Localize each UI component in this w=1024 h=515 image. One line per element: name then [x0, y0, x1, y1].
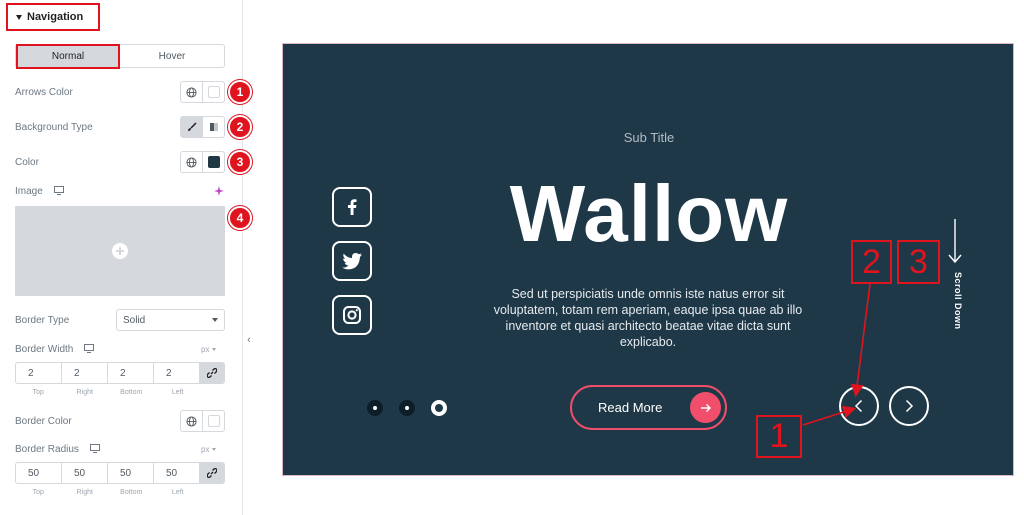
border-type-select[interactable]: Solid	[116, 309, 225, 331]
arrows-color-label: Arrows Color	[15, 87, 73, 98]
plus-icon[interactable]	[112, 243, 128, 259]
border-radius-top[interactable]: 50	[16, 463, 62, 483]
border-color-label: Border Color	[15, 416, 72, 427]
read-more-button[interactable]: Read More	[570, 385, 727, 430]
border-radius-label-text: Border Radius	[15, 444, 79, 455]
monitor-icon[interactable]	[84, 344, 95, 353]
color-label: Color	[15, 157, 39, 168]
arrows-color-control	[180, 81, 225, 103]
badge-2: 2	[228, 115, 252, 139]
image-label: Image	[15, 186, 64, 197]
ai-sparkle-icon[interactable]	[214, 186, 224, 196]
border-radius-dimension-labels: Top Right Bottom Left	[32, 489, 184, 496]
twitter-icon[interactable]	[332, 241, 372, 281]
border-width-bottom[interactable]: 2	[108, 363, 154, 383]
link-icon[interactable]	[200, 463, 224, 483]
badge-1: 1	[228, 80, 252, 104]
border-type-label: Border Type	[15, 315, 70, 326]
monitor-icon[interactable]	[89, 444, 100, 453]
globe-icon[interactable]	[181, 411, 202, 431]
globe-icon[interactable]	[181, 82, 202, 102]
slider-pagination	[367, 400, 463, 416]
chevron-left-icon[interactable]: ‹	[243, 322, 255, 358]
slider-preview: Sub Title Wallow Sed ut perspiciatis und…	[282, 43, 1014, 476]
border-width-inputs: 2 2 2 2	[15, 362, 225, 384]
image-label-text: Image	[15, 186, 43, 197]
slide-description: Sed ut perspiciatis unde omnis iste natu…	[493, 287, 803, 349]
border-type-value: Solid	[123, 314, 146, 326]
monitor-icon[interactable]	[53, 186, 64, 195]
read-more-label: Read More	[598, 400, 663, 415]
badge-4: 4	[228, 206, 252, 230]
border-width-right[interactable]: 2	[62, 363, 108, 383]
state-tabs: Normal Hover	[15, 44, 225, 68]
link-icon[interactable]	[200, 363, 224, 383]
border-width-top[interactable]: 2	[16, 363, 62, 383]
globe-icon[interactable]	[181, 152, 202, 172]
arrows-color-swatch[interactable]	[202, 82, 224, 102]
settings-panel: Navigation Normal Hover Arrows Color 1 B…	[0, 0, 252, 515]
border-width-dimension-labels: Top Right Bottom Left	[32, 389, 184, 396]
slide-subtitle: Sub Title	[623, 130, 675, 145]
image-upload-area[interactable]	[15, 206, 225, 296]
border-width-label-text: Border Width	[15, 344, 74, 355]
facebook-icon[interactable]	[332, 187, 372, 227]
background-type-control	[180, 116, 225, 138]
chevron-right-icon	[905, 399, 914, 413]
arrow-right-icon	[690, 392, 721, 423]
border-radius-label: Border Radius	[15, 444, 100, 455]
gradient-icon[interactable]	[202, 117, 224, 137]
scroll-down-label[interactable]: Scroll Down	[947, 272, 963, 332]
color-swatch[interactable]	[202, 152, 224, 172]
badge-3: 3	[228, 150, 252, 174]
caret-down-icon	[16, 14, 22, 20]
instagram-icon[interactable]	[332, 295, 372, 335]
pagination-dot[interactable]	[367, 400, 383, 416]
border-width-label: Border Width	[15, 344, 95, 355]
tab-normal[interactable]: Normal	[16, 45, 120, 67]
border-width-left[interactable]: 2	[154, 363, 200, 383]
next-arrow-button[interactable]	[889, 386, 929, 426]
pagination-dot[interactable]	[399, 400, 415, 416]
brush-icon[interactable]	[181, 117, 203, 137]
tab-hover[interactable]: Hover	[120, 45, 224, 67]
color-control	[180, 151, 225, 173]
border-color-control	[180, 410, 225, 432]
background-type-label: Background Type	[15, 122, 93, 133]
annotation-box-1: 1	[756, 415, 802, 458]
pagination-dot-active[interactable]	[431, 400, 447, 416]
chevron-left-icon	[854, 399, 863, 413]
border-radius-left[interactable]: 50	[154, 463, 200, 483]
border-color-swatch[interactable]	[202, 411, 224, 431]
prev-arrow-button[interactable]	[839, 386, 879, 426]
border-width-unit[interactable]: px	[201, 345, 217, 354]
border-radius-unit[interactable]: px	[201, 445, 217, 454]
annotation-box-3: 3	[897, 240, 940, 284]
border-radius-right[interactable]: 50	[62, 463, 108, 483]
navigation-section-header[interactable]: Navigation	[6, 3, 100, 31]
border-radius-inputs: 50 50 50 50	[15, 462, 225, 484]
chevron-down-icon	[212, 318, 218, 322]
annotation-box-2: 2	[851, 240, 892, 284]
section-title: Navigation	[27, 11, 84, 23]
border-radius-bottom[interactable]: 50	[108, 463, 154, 483]
